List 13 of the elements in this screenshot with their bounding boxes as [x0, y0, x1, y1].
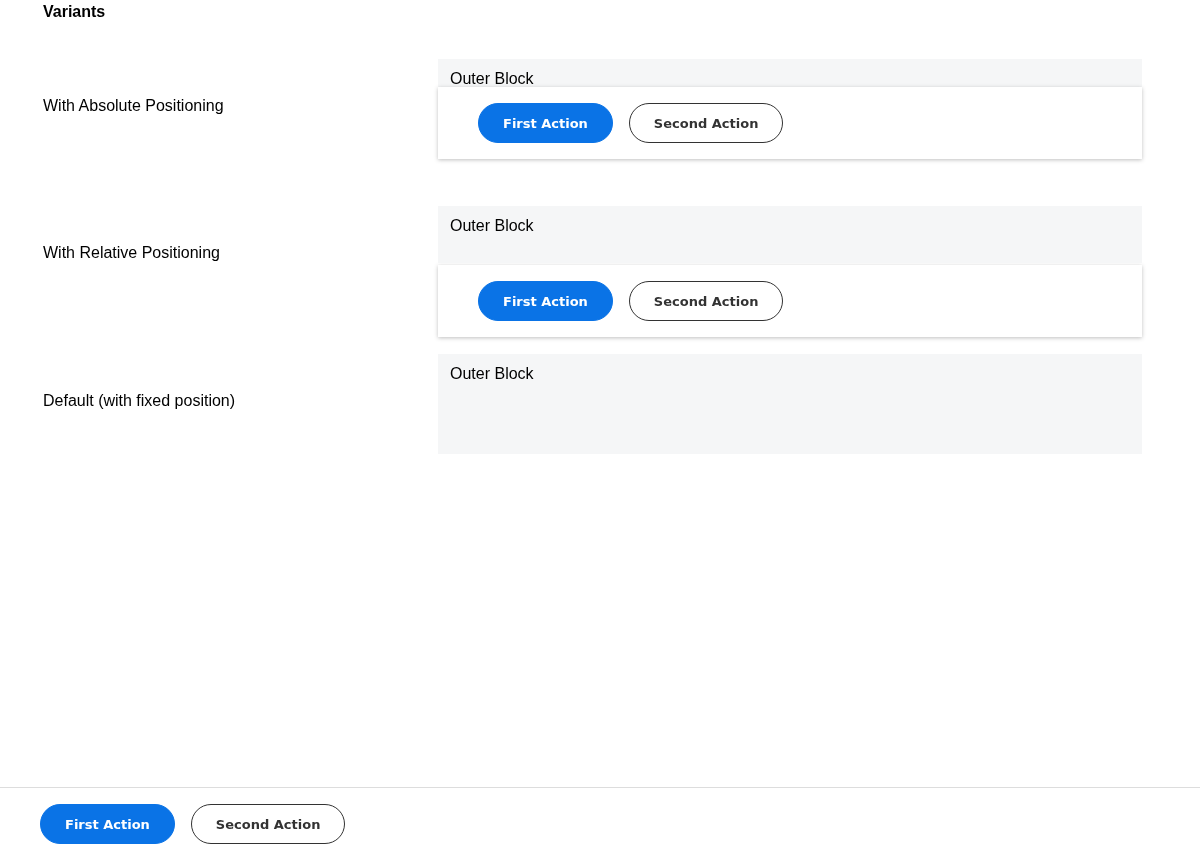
page-heading: Variants: [43, 3, 107, 21]
secondary-action-button[interactable]: Second Action: [628, 103, 784, 143]
outer-block-text: Outer Block: [450, 70, 535, 88]
outer-block-text: Outer Block: [450, 365, 535, 383]
primary-action-button[interactable]: First Action: [478, 281, 613, 321]
primary-action-button[interactable]: First Action: [478, 103, 613, 143]
variant-label: With Relative Positioning: [43, 243, 221, 263]
primary-action-button[interactable]: First Action: [40, 804, 175, 844]
variant-label: Default (with fixed position): [43, 391, 237, 411]
variant-label: With Absolute Positioning: [43, 96, 225, 116]
outer-block-text: Outer Block: [450, 217, 535, 235]
secondary-action-button[interactable]: Second Action: [628, 281, 784, 321]
secondary-action-button[interactable]: Second Action: [190, 804, 346, 844]
